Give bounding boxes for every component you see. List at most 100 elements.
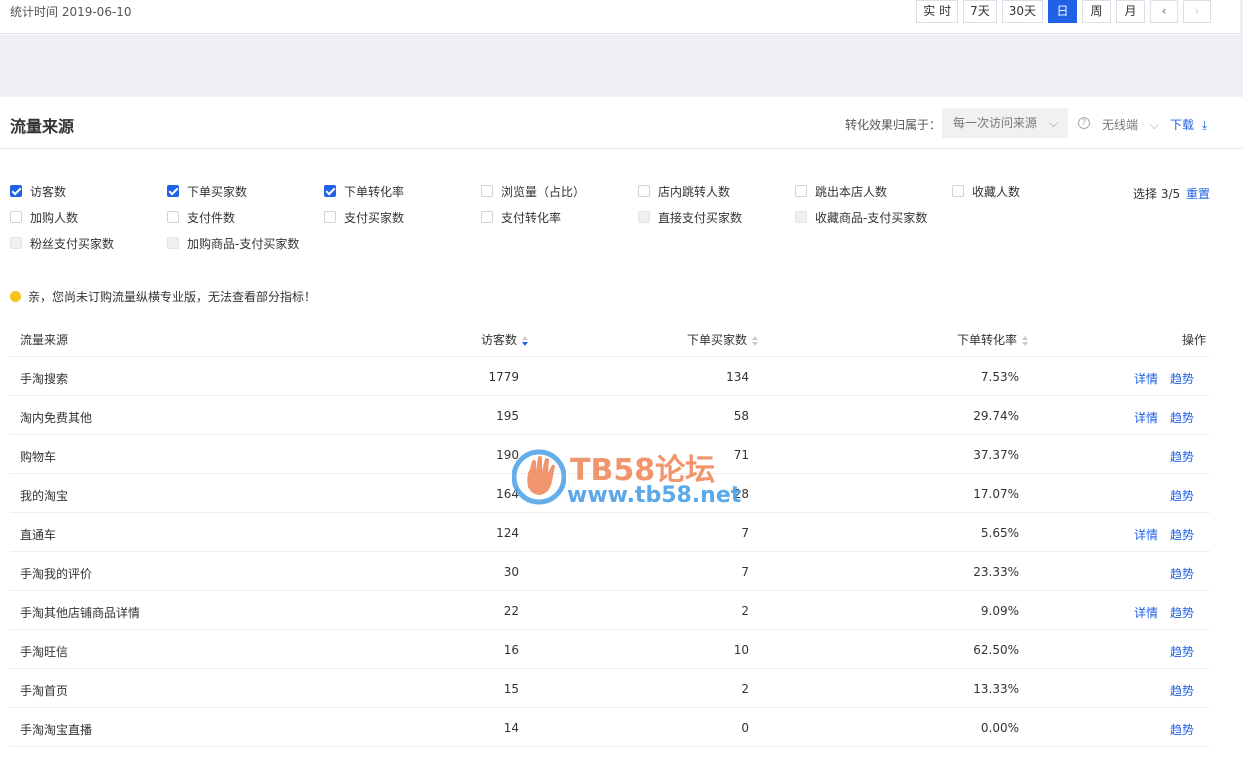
detail-link[interactable]: 详情 [1134, 604, 1158, 621]
trend-link[interactable]: 趋势 [1170, 643, 1194, 660]
checkbox[interactable] [10, 185, 22, 197]
table-row: 手淘淘宝直播 14 0 0.00% 趋势 [10, 708, 1210, 747]
cell-visitors: 22 [503, 604, 519, 618]
th-buyers-label: 下单买家数 [686, 333, 747, 347]
checkbox[interactable] [167, 211, 179, 223]
chevron-right-icon[interactable]: › [1183, 0, 1211, 23]
table-row: 我的淘宝 164 28 17.07% 趋势 [10, 474, 1210, 513]
table-row: 手淘首页 15 2 13.33% 趋势 [10, 669, 1210, 708]
cell-visitors: 16 [503, 643, 519, 657]
attribution-select[interactable]: 每一次访问来源 ⌵ [942, 108, 1068, 138]
metric-inshop-jump[interactable]: 店内跳转人数 [638, 183, 730, 199]
cell-buyers: 2 [741, 682, 749, 696]
trend-link[interactable]: 趋势 [1170, 487, 1194, 504]
cell-rate: 7.53% [980, 370, 1019, 384]
checkbox[interactable] [10, 211, 22, 223]
metric-add-cart[interactable]: 加购人数 [10, 209, 78, 225]
metric-paid-items[interactable]: 支付件数 [167, 209, 235, 225]
metric-fan-paid-buyers: 粉丝支付买家数 [10, 235, 114, 251]
cell-buyers: 10 [733, 643, 749, 657]
th-visitors[interactable]: 访客数 [481, 331, 529, 348]
trend-link[interactable]: 趋势 [1170, 409, 1194, 426]
checkbox[interactable] [952, 185, 964, 197]
checkbox [167, 237, 179, 249]
checkbox[interactable] [638, 185, 650, 197]
th-buyers[interactable]: 下单买家数 [687, 331, 759, 348]
cell-ops: 详情 趋势 [1134, 409, 1194, 426]
date-btn-week[interactable]: 周 [1082, 0, 1111, 23]
cell-ops: 趋势 [1170, 682, 1194, 699]
cell-rate: 9.09% [980, 604, 1019, 618]
cell-source: 淘内免费其他 [20, 411, 93, 425]
traffic-source-table: 流量来源 访客数 下单买家数 下单转化率 操作 手淘搜索 1779 134 7.53%… [10, 319, 1210, 747]
metric-paid-rate[interactable]: 支付转化率 [481, 209, 561, 225]
metric-label: 支付转化率 [501, 210, 562, 225]
cell-buyers: 7 [741, 565, 749, 579]
trend-link[interactable]: 趋势 [1170, 526, 1194, 543]
date-btn-day[interactable]: 日 [1048, 0, 1077, 23]
cell-ops: 趋势 [1170, 448, 1194, 465]
cell-source: 直通车 [20, 528, 57, 542]
cell-ops: 详情 趋势 [1134, 370, 1194, 387]
cell-rate: 62.50% [973, 643, 1019, 657]
checkbox [10, 237, 22, 249]
trend-link[interactable]: 趋势 [1170, 448, 1194, 465]
panel-title: 流量来源 [10, 117, 75, 136]
cell-buyers: 28 [733, 487, 749, 501]
cell-source: 手淘首页 [20, 684, 69, 698]
table-row: 直通车 124 7 5.65% 详情 趋势 [10, 513, 1210, 552]
metric-favorites[interactable]: 收藏人数 [952, 183, 1020, 199]
detail-link[interactable]: 详情 [1134, 526, 1158, 543]
cell-visitors: 30 [503, 565, 519, 579]
metric-label: 跳出本店人数 [815, 184, 888, 199]
chevron-down-icon: ⌵ [1048, 116, 1058, 130]
cell-ops: 趋势 [1170, 721, 1194, 738]
trend-link[interactable]: 趋势 [1170, 721, 1194, 738]
download-button[interactable]: 下载 ⤓ [1170, 116, 1207, 133]
metric-bounce[interactable]: 跳出本店人数 [795, 183, 887, 199]
date-btn-30d[interactable]: 30天 [1001, 0, 1043, 23]
page-gap [0, 35, 1243, 97]
cell-ops: 趋势 [1170, 565, 1194, 582]
checkbox[interactable] [167, 185, 179, 197]
metric-visitors[interactable]: 访客数 [10, 183, 66, 199]
detail-link[interactable]: 详情 [1134, 370, 1158, 387]
checkbox[interactable] [795, 185, 807, 197]
sort-icon[interactable] [1022, 335, 1029, 346]
trend-link[interactable]: 趋势 [1170, 565, 1194, 582]
trend-link[interactable]: 趋势 [1170, 682, 1194, 699]
trend-link[interactable]: 趋势 [1170, 370, 1194, 387]
traffic-source-panel: 流量来源 转化效果归属于： 每一次访问来源 ⌵ ? 无线端 ⌵ 下载 ⤓ 访客数… [0, 97, 1243, 764]
cell-buyers: 134 [726, 370, 749, 384]
cell-visitors: 195 [496, 409, 519, 423]
metric-order-rate[interactable]: 下单转化率 [324, 183, 404, 199]
metric-label: 下单转化率 [344, 184, 405, 199]
th-visitors-label: 访客数 [480, 333, 517, 347]
checkbox[interactable] [481, 185, 493, 197]
th-rate[interactable]: 下单转化率 [957, 331, 1029, 348]
metric-pageviews[interactable]: 浏览量（占比） [481, 183, 585, 199]
sort-icon[interactable] [752, 335, 759, 346]
metric-label: 访客数 [30, 184, 67, 199]
help-icon[interactable]: ? [1078, 117, 1090, 129]
device-select[interactable]: 无线端 ⌵ [1102, 116, 1159, 133]
detail-link[interactable]: 详情 [1134, 409, 1158, 426]
table-body: 手淘搜索 1779 134 7.53% 详情 趋势 淘内免费其他 195 58 29.74% 详情趋… [10, 357, 1210, 747]
cell-visitors: 14 [503, 721, 519, 735]
checkbox[interactable] [324, 211, 336, 223]
sort-icon[interactable] [522, 335, 529, 346]
date-btn-7d[interactable]: 7天 [963, 0, 997, 23]
cell-visitors: 124 [496, 526, 519, 540]
device-value: 无线端 [1102, 118, 1139, 132]
chevron-left-icon[interactable]: ‹ [1150, 0, 1178, 23]
trend-link[interactable]: 趋势 [1170, 604, 1194, 621]
metric-order-buyers[interactable]: 下单买家数 [167, 183, 247, 199]
metric-paid-buyers[interactable]: 支付买家数 [324, 209, 404, 225]
date-btn-realtime[interactable]: 实 时 [916, 0, 959, 23]
checkbox[interactable] [324, 185, 336, 197]
reset-button[interactable]: 重置 [1186, 185, 1210, 202]
date-btn-month[interactable]: 月 [1116, 0, 1145, 23]
checkbox[interactable] [481, 211, 493, 223]
metric-label: 支付件数 [187, 210, 236, 225]
cell-ops: 趋势 [1170, 643, 1194, 660]
